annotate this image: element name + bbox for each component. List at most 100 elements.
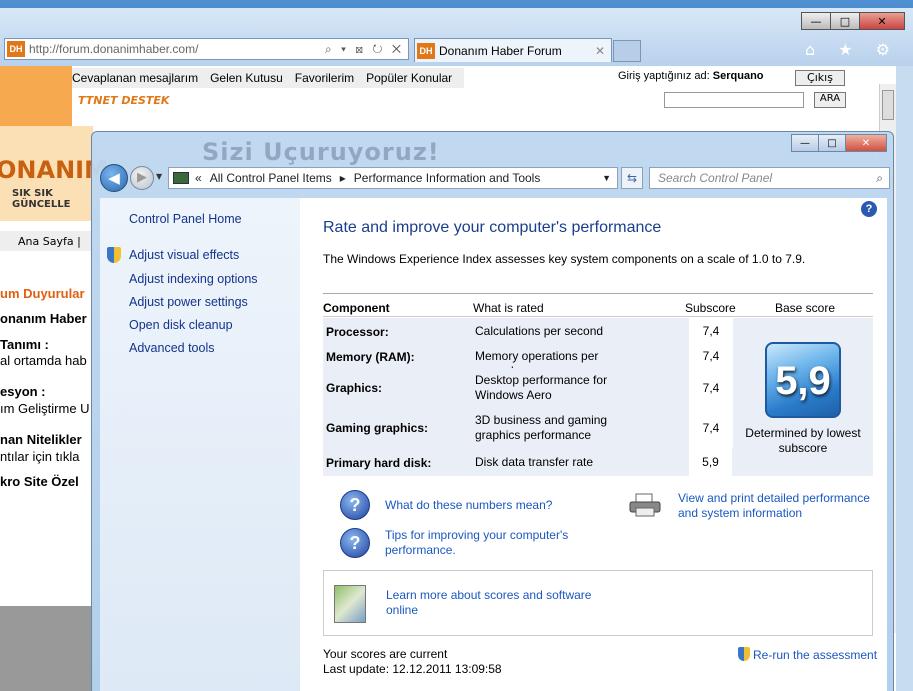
breadcrumb-separator[interactable]: ▸ bbox=[340, 171, 346, 185]
logout-button[interactable]: Çıkış bbox=[795, 70, 845, 86]
question-icon: ? bbox=[340, 490, 370, 520]
search-control-panel-input[interactable]: Search Control Panel ⌕ bbox=[649, 167, 890, 189]
view-print-details-link[interactable]: View and print detailed performance and … bbox=[678, 491, 878, 521]
new-tab-button[interactable] bbox=[613, 40, 641, 62]
subscore-value: 7,4 bbox=[689, 408, 733, 448]
adjust-power-link[interactable]: Adjust power settings bbox=[129, 295, 248, 309]
col-base-score: Base score bbox=[775, 301, 836, 315]
rerun-assessment-link[interactable]: Re-run the assessment bbox=[738, 647, 877, 662]
component-name: Gaming graphics: bbox=[326, 421, 429, 435]
history-dropdown-icon[interactable]: ▼ bbox=[156, 172, 162, 181]
printer-icon bbox=[629, 493, 661, 517]
adjust-indexing-link[interactable]: Adjust indexing options bbox=[129, 272, 258, 286]
search-placeholder: Search Control Panel bbox=[658, 171, 773, 185]
ttnet-logo[interactable]: TTNET DESTEK bbox=[78, 94, 169, 107]
component-name: Graphics: bbox=[326, 381, 383, 395]
tab-label: Donanım Haber Forum bbox=[439, 43, 562, 58]
base-score-caption: Determined by lowest subscore bbox=[745, 426, 861, 455]
browser-window-controls: — □ ✕ bbox=[801, 12, 905, 30]
cp-maximize-button[interactable]: □ bbox=[818, 134, 846, 152]
login-info: Giriş yaptığınız ad: Serquano bbox=[618, 70, 764, 82]
logo-slogan: SIK SIK GÜNCELLE bbox=[12, 188, 71, 210]
login-prefix: Giriş yaptığınız ad: bbox=[618, 70, 710, 82]
forum-line[interactable]: um Duyurular bbox=[0, 286, 85, 301]
breadcrumb-dropdown-icon[interactable]: ▼ bbox=[602, 173, 617, 183]
forum-search-button[interactable]: ARA bbox=[814, 92, 846, 108]
breadcrumb-performance[interactable]: Performance Information and Tools bbox=[354, 171, 541, 185]
base-score-panel: 5,9 Determined by lowest subscore bbox=[733, 318, 873, 476]
maximize-button[interactable]: □ bbox=[830, 12, 860, 30]
forum-logo[interactable]: ONANIM SIK SIK GÜNCELLE bbox=[0, 126, 108, 221]
subscore-value: 7,4 bbox=[689, 343, 733, 368]
forum-menu[interactable]: Ana Sayfa | bbox=[0, 231, 93, 251]
close-button[interactable]: ✕ bbox=[859, 12, 905, 30]
learn-more-link[interactable]: Learn more about scores and software onl… bbox=[386, 588, 606, 618]
forward-button[interactable]: ▶ bbox=[130, 166, 154, 190]
adjust-visual-effects-link[interactable]: Adjust visual effects bbox=[129, 248, 239, 262]
table-row: Processor: Calculations per second 7,4 bbox=[323, 318, 733, 343]
tab-close-icon[interactable]: ✕ bbox=[595, 44, 611, 58]
forum-line: esyon : bbox=[0, 384, 46, 399]
forum-line: Tanımı : bbox=[0, 337, 49, 352]
header-orange-block bbox=[0, 66, 72, 126]
rated-text: Calculations per second bbox=[475, 324, 604, 338]
toolbar-replies[interactable]: Cevaplanan mesajlarım bbox=[72, 71, 198, 85]
help-icon[interactable]: ? bbox=[861, 201, 877, 217]
cp-main-content: ? Rate and improve your computer's perfo… bbox=[300, 198, 887, 691]
cp-close-button[interactable]: ✕ bbox=[845, 134, 887, 152]
search-icon[interactable]: ⌕ bbox=[876, 171, 889, 186]
toolbar-inbox[interactable]: Gelen Kutusu bbox=[210, 71, 283, 85]
breadcrumb-overflow[interactable]: « bbox=[195, 171, 202, 185]
score-status: Your scores are current Last update: 12.… bbox=[323, 647, 502, 677]
control-panel-window: Sizi Uçuruyoruz! — □ ✕ ◀ ▶ ▼ « All Contr… bbox=[91, 131, 894, 691]
minimize-button[interactable]: — bbox=[801, 12, 831, 30]
table-header: Component What is rated Subscore Base sc… bbox=[323, 293, 873, 317]
home-favorites-tools-icons[interactable]: ⌂ ★ ⚙ bbox=[805, 40, 899, 59]
component-name: Memory (RAM): bbox=[326, 350, 415, 364]
tips-link[interactable]: Tips for improving your computer's perfo… bbox=[385, 528, 605, 558]
scrollbar-thumb[interactable] bbox=[882, 90, 894, 120]
table-row: Gaming graphics: 3D business and gaming … bbox=[323, 408, 733, 448]
tab-donanim-haber[interactable]: DH Donanım Haber Forum ✕ bbox=[414, 38, 612, 62]
breadcrumb[interactable]: « All Control Panel Items ▸ Performance … bbox=[168, 167, 618, 189]
refresh-button[interactable]: ⇆ bbox=[621, 167, 643, 189]
forum-line[interactable]: onanım Haber bbox=[0, 311, 87, 326]
tab-favicon-icon: DH bbox=[417, 42, 435, 59]
forum-line: al ortamda hab bbox=[0, 353, 87, 368]
cp-minimize-button[interactable]: — bbox=[791, 134, 819, 152]
background-banner-text: Sizi Uçuruyoruz! bbox=[202, 138, 440, 166]
base-score-badge: 5,9 bbox=[765, 342, 841, 418]
rated-text: Desktop performance for Windows Aero bbox=[475, 373, 608, 402]
open-disk-cleanup-link[interactable]: Open disk cleanup bbox=[129, 318, 233, 332]
forum-toolbar: Cevaplanan mesajlarım Gelen Kutusu Favor… bbox=[72, 68, 465, 88]
cp-task-pane: Control Panel Home Adjust visual effects… bbox=[100, 198, 300, 691]
score-table: Component What is rated Subscore Base sc… bbox=[323, 293, 873, 476]
forum-search-input[interactable] bbox=[664, 92, 804, 108]
table-row: Memory (RAM): Memory operations per seco… bbox=[323, 343, 733, 378]
subscore-value: 7,4 bbox=[689, 368, 733, 408]
table-row: Graphics: Desktop performance for Window… bbox=[323, 368, 733, 408]
cp-body: Control Panel Home Adjust visual effects… bbox=[100, 198, 887, 691]
forum-line: nan Nitelikler bbox=[0, 432, 82, 447]
breadcrumb-all-items[interactable]: All Control Panel Items bbox=[210, 171, 332, 185]
address-bar[interactable]: DH http://forum.donanimhaber.com/ ⌕ ▾ ⊠ … bbox=[4, 38, 409, 60]
toolbar-favorites[interactable]: Favorilerim bbox=[295, 71, 354, 85]
back-button[interactable]: ◀ bbox=[100, 164, 128, 192]
rerun-label[interactable]: Re-run the assessment bbox=[753, 648, 877, 662]
browser-titlebar: — □ ✕ DH http://forum.donanimhaber.com/ … bbox=[0, 8, 913, 66]
col-what-rated: What is rated bbox=[473, 301, 544, 315]
url-text[interactable]: http://forum.donanimhaber.com/ bbox=[29, 42, 198, 56]
uac-shield-icon bbox=[107, 247, 121, 263]
what-numbers-mean-link[interactable]: What do these numbers mean? bbox=[385, 498, 552, 513]
cp-window-controls: — □ ✕ bbox=[791, 134, 887, 152]
cp-navigation-row: ◀ ▶ ▼ « All Control Panel Items ▸ Perfor… bbox=[100, 164, 890, 192]
toolbar-popular[interactable]: Popüler Konular bbox=[366, 71, 452, 85]
advanced-tools-link[interactable]: Advanced tools bbox=[129, 341, 214, 355]
software-box-icon bbox=[334, 585, 366, 623]
address-controls[interactable]: ⌕ ▾ ⊠ ↻ ✕ bbox=[325, 42, 408, 57]
favicon-icon: DH bbox=[7, 41, 25, 57]
control-panel-home-link[interactable]: Control Panel Home bbox=[129, 212, 242, 226]
forum-line: kro Site Özel bbox=[0, 474, 79, 489]
component-name: Processor: bbox=[326, 325, 389, 339]
rated-text: 3D business and gaming graphics performa… bbox=[475, 413, 608, 442]
